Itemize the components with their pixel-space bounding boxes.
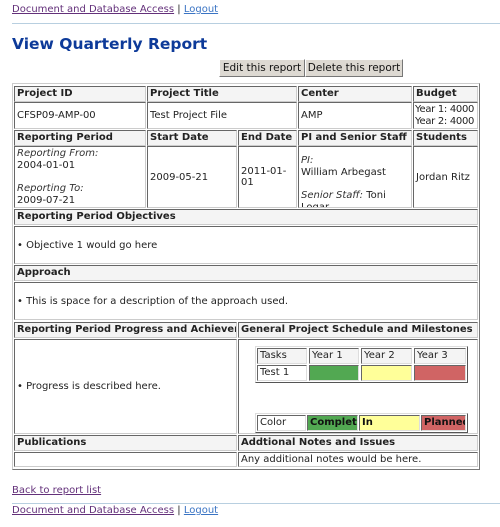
header-publications: Publications — [14, 435, 237, 451]
budget-year-2: Year 2: 4000 — [415, 115, 475, 127]
footer-divider — [12, 503, 500, 504]
header-end-date: End Date — [238, 130, 297, 146]
edit-report-button[interactable]: Edit this report — [219, 59, 305, 77]
schedule-header-year-3: Year 3 — [414, 348, 466, 364]
senior-staff-label: Senior Staff: — [301, 190, 364, 201]
header-notes: Addtional Notes and Issues — [238, 435, 478, 451]
budget-year-1: Year 1: 4000 — [415, 103, 475, 115]
delete-report-button[interactable]: Delete this report — [305, 59, 403, 77]
header-approach: Approach — [14, 265, 478, 281]
project-id: CFSP09-AMP-00 — [14, 102, 146, 129]
nav-separator: | — [177, 4, 181, 15]
top-nav: Document and Database Access | Logout — [12, 4, 218, 15]
reporting-to: 2009-07-21 — [17, 195, 76, 206]
pi-label: PI: — [301, 155, 314, 166]
objectives-text: • Objective 1 would go here — [17, 239, 158, 251]
schedule-header-year-1: Year 1 — [309, 348, 359, 364]
end-date-value: 2011-01-01 — [241, 166, 287, 188]
center-value: AMP — [301, 110, 323, 121]
footer-nav-separator: | — [177, 505, 181, 516]
page-title: View Quarterly Report — [12, 35, 208, 53]
approach: • This is space for a description of the… — [14, 282, 478, 320]
objectives: • Objective 1 would go here — [14, 226, 478, 264]
reporting-period: Reporting From: 2004-01-01 Reporting To:… — [14, 146, 146, 208]
schedule-header-year-2: Year 2 — [361, 348, 412, 364]
color-key-in-progress: In Progress — [359, 415, 420, 431]
reporting-from-label: Reporting From: — [17, 148, 99, 159]
student-name: Jordan Ritz — [416, 171, 470, 183]
end-date: 2011-01-01 — [238, 146, 297, 208]
logout-link[interactable]: Logout — [184, 4, 218, 15]
pi-staff: PI: William Arbegast Senior Staff: Toni … — [298, 146, 412, 208]
bottom-nav: Document and Database Access | Logout — [12, 505, 218, 516]
schedule-cell-year-1-complete — [309, 365, 359, 381]
header-center: Center — [298, 86, 412, 102]
pi-name: William Arbegast — [301, 167, 386, 178]
publications — [14, 452, 237, 467]
header-progress: Reporting Period Progress and Achievemen… — [14, 322, 237, 338]
progress: • Progress is described here. — [14, 339, 237, 434]
start-date-value: 2009-05-21 — [150, 171, 209, 183]
header-objectives: Reporting Period Objectives — [14, 209, 478, 225]
project-title: Test Project File — [147, 102, 297, 129]
header-schedule: General Project Schedule and Milestones — [238, 322, 478, 338]
project-id-value: CFSP09-AMP-00 — [17, 110, 96, 121]
center: AMP — [298, 102, 412, 129]
header-project-title: Project Title — [147, 86, 297, 102]
color-key-planned: Planned — [421, 415, 466, 431]
header-start-date: Start Date — [147, 130, 237, 146]
back-to-report-list-link[interactable]: Back to report list — [12, 485, 101, 496]
reporting-to-label: Reporting To: — [17, 183, 84, 194]
header-pi-staff: PI and Senior Staff — [298, 130, 412, 146]
header-students: Students — [413, 130, 478, 146]
header-project-id: Project ID — [14, 86, 146, 102]
students: Jordan Ritz — [413, 146, 478, 208]
divider — [12, 23, 500, 24]
schedule-header-tasks: Tasks — [257, 348, 307, 364]
schedule-task: Test 1 — [257, 365, 307, 381]
progress-text: • Progress is described here. — [17, 381, 161, 392]
start-date: 2009-05-21 — [147, 146, 237, 208]
notes: Any additional notes would be here. — [238, 452, 478, 467]
reporting-from: 2004-01-01 — [17, 160, 76, 171]
header-budget: Budget — [413, 86, 478, 102]
schedule-cell-year-3-planned — [414, 365, 466, 381]
footer-docs-link[interactable]: Document and Database Access — [12, 505, 174, 516]
docs-link[interactable]: Document and Database Access — [12, 4, 174, 15]
color-key-label: Color Key — [257, 415, 306, 431]
project-title-value: Test Project File — [150, 110, 227, 121]
footer-logout-link[interactable]: Logout — [184, 505, 218, 516]
approach-text: • This is space for a description of the… — [17, 295, 288, 307]
header-reporting-period: Reporting Period — [14, 130, 146, 146]
budget: Year 1: 4000 Year 2: 4000 — [413, 102, 478, 129]
color-key-complete: Complete — [307, 415, 358, 431]
schedule-cell-year-2-in-progress — [361, 365, 412, 381]
